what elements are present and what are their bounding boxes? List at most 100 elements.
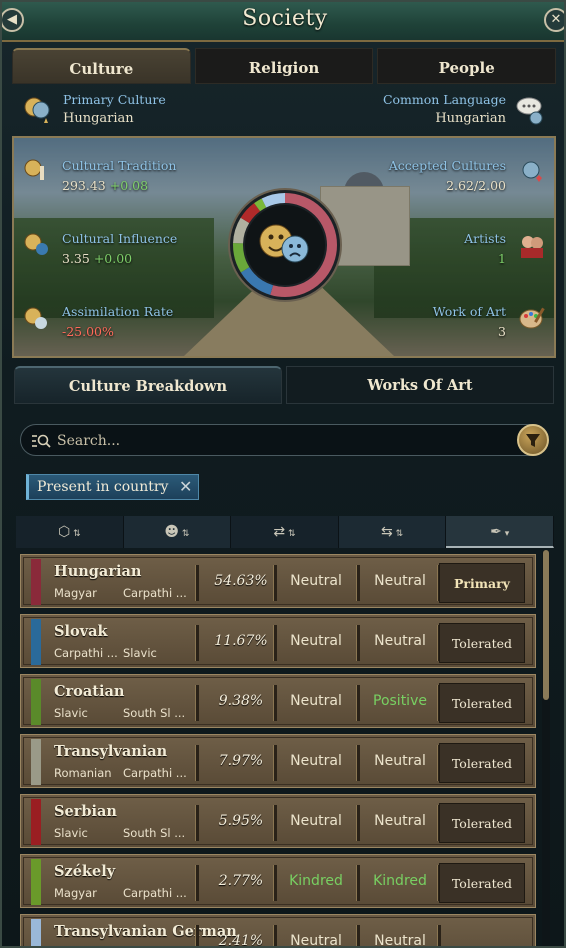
- culture-name: Transylvanian: [54, 743, 168, 760]
- culture-list: Hungarian Magyar Carpathi ... 54.63% Neutral…: [20, 554, 536, 948]
- row-divider: [437, 925, 441, 946]
- culture-percentage: 11.67%: [214, 633, 268, 649]
- culture-relation-alt: Neutral: [374, 633, 426, 649]
- common-language[interactable]: Common Language Hungarian: [383, 92, 506, 126]
- sort-relations-alt-button[interactable]: ⇆ ⇅: [338, 516, 447, 548]
- table-row[interactable]: Székely Magyar Carpathi ... 2.77% Kindred Kin…: [20, 854, 536, 908]
- artists[interactable]: Artists 1: [464, 231, 506, 266]
- palette-icon: [519, 307, 545, 329]
- table-row[interactable]: Serbian Slavic South Sl ... 5.95% Neutral Neu…: [20, 794, 536, 848]
- culture-color-ribbon: [31, 799, 41, 845]
- sort-heads-button[interactable]: ☻ ⇅: [123, 516, 232, 548]
- culture-status-badge[interactable]: Tolerated: [439, 623, 525, 663]
- primary-culture[interactable]: Primary Culture Hungarian: [63, 92, 166, 126]
- culture-relation-alt: Neutral: [374, 573, 426, 589]
- table-row[interactable]: Croatian Slavic South Sl ... 9.38% Neutral Po…: [20, 674, 536, 728]
- accepted-cultures-value: 2.62/2.00: [446, 178, 506, 193]
- table-row[interactable]: Transylvanian Romanian Carpathi ... 7.97% Ne…: [20, 734, 536, 788]
- funnel-icon: [526, 434, 540, 447]
- culture-status-badge[interactable]: Tolerated: [439, 803, 525, 843]
- culture-trait: South Sl ...: [123, 706, 186, 720]
- culture-status-badge[interactable]: Tolerated: [439, 683, 525, 723]
- culture-relation-alt: Neutral: [374, 813, 426, 829]
- culture-percentage: 2.77%: [218, 873, 264, 889]
- window-title: Society: [242, 6, 328, 31]
- filter-chip-label: Present in country: [37, 479, 169, 495]
- culture-name: Serbian: [54, 803, 117, 820]
- search-input[interactable]: [57, 429, 497, 453]
- culture-relation: Neutral: [290, 633, 342, 649]
- work-of-art-label: Work of Art: [432, 304, 506, 319]
- row-divider: [195, 745, 199, 781]
- row-divider: [356, 565, 360, 601]
- row-divider: [356, 745, 360, 781]
- cultural-tradition-delta: +0.08: [109, 178, 149, 193]
- work-of-art-value: 3: [498, 324, 506, 339]
- culture-status-badge[interactable]: Tolerated: [439, 743, 525, 783]
- close-icon[interactable]: ✕: [544, 8, 564, 32]
- window-header: ◀ Society ✕: [2, 2, 564, 42]
- row-divider: [273, 805, 277, 841]
- culture-relation: Neutral: [290, 813, 342, 829]
- artists-portrait-icon: [521, 236, 543, 258]
- breakdown-tabs: Culture Breakdown Works Of Art: [14, 366, 554, 404]
- heads-icon: ☻: [164, 524, 179, 540]
- culture-relation-alt: Neutral: [374, 753, 426, 769]
- culture-relation: Kindred: [289, 873, 343, 889]
- culture-trait: Slavic: [123, 646, 157, 660]
- filter-button[interactable]: [517, 424, 549, 456]
- remove-filter-icon[interactable]: ✕: [179, 475, 192, 499]
- tab-religion[interactable]: Religion: [194, 48, 374, 84]
- main-tabs: Culture Religion People: [12, 48, 557, 84]
- row-divider: [356, 625, 360, 661]
- cultural-tradition[interactable]: Cultural Tradition 293.43 +0.08: [62, 158, 176, 193]
- culture-percentage: 7.97%: [218, 753, 264, 769]
- row-divider: [195, 925, 199, 946]
- speech-bubble-icon: [516, 97, 543, 125]
- tab-people[interactable]: People: [377, 48, 557, 84]
- culture-status-badge[interactable]: Primary: [439, 563, 525, 603]
- cultural-influence[interactable]: Cultural Influence 3.35 +0.00: [62, 231, 177, 266]
- culture-relation-alt: Positive: [373, 693, 427, 709]
- culture-relation: Neutral: [290, 933, 342, 948]
- tab-works-of-art[interactable]: Works Of Art: [286, 366, 554, 404]
- accepted-cultures[interactable]: Accepted Cultures 2.62/2.00: [389, 158, 506, 193]
- sort-status-button[interactable]: ✒ ▾: [446, 516, 554, 548]
- culture-trait: Carpathi ...: [123, 886, 187, 900]
- table-row[interactable]: Slovak Carpathi ... Slavic 11.67% Neutral Neu…: [20, 614, 536, 668]
- culture-name: Slovak: [54, 623, 108, 640]
- search-list-icon: [32, 434, 51, 448]
- primary-culture-label: Primary Culture: [63, 92, 166, 107]
- assimilation-rate[interactable]: Assimilation Rate -25.00%: [62, 304, 173, 339]
- culture-percentage: 9.38%: [218, 693, 264, 709]
- culture-composition-dial[interactable]: [226, 186, 344, 304]
- culture-heritage: Magyar: [54, 886, 97, 900]
- tradition-masks-icon: [24, 159, 44, 180]
- table-row[interactable]: Hungarian Magyar Carpathi ... 54.63% Neutral…: [20, 554, 536, 608]
- culture-status-badge[interactable]: Tolerated: [439, 863, 525, 903]
- search-bar: [20, 424, 549, 456]
- culture-name: Székely: [54, 863, 116, 880]
- artists-value: 1: [498, 251, 506, 266]
- influence-masks-icon: [24, 233, 48, 255]
- row-divider: [356, 805, 360, 841]
- culture-relation-alt: Kindred: [373, 873, 427, 889]
- row-divider: [195, 685, 199, 721]
- scrollbar-thumb[interactable]: [543, 550, 549, 700]
- culture-heritage: Magyar: [54, 586, 97, 600]
- sort-header: ⬡ ⇅ ☻ ⇅ ⇄ ⇅ ⇆ ⇅ ✒ ▾: [16, 516, 554, 548]
- tab-culture-breakdown[interactable]: Culture Breakdown: [14, 366, 282, 404]
- work-of-art[interactable]: Work of Art 3: [433, 304, 506, 339]
- culture-color-ribbon: [31, 679, 41, 725]
- sort-culture-group-button[interactable]: ⬡ ⇅: [16, 516, 124, 548]
- sort-relations-button[interactable]: ⇄ ⇅: [231, 516, 339, 548]
- theatre-masks-icon: [24, 97, 50, 123]
- filter-chip-present-in-country[interactable]: Present in country ✕: [26, 474, 200, 500]
- culture-color-ribbon: [31, 739, 41, 785]
- culture-color-ribbon: [31, 859, 41, 905]
- row-divider: [195, 625, 199, 661]
- tab-culture[interactable]: Culture: [12, 48, 191, 84]
- list-scrollbar[interactable]: [542, 550, 550, 946]
- table-row[interactable]: Transylvanian German 2.41% Neutral Neutral: [20, 914, 536, 948]
- culture-trait: Carpathi ...: [123, 766, 187, 780]
